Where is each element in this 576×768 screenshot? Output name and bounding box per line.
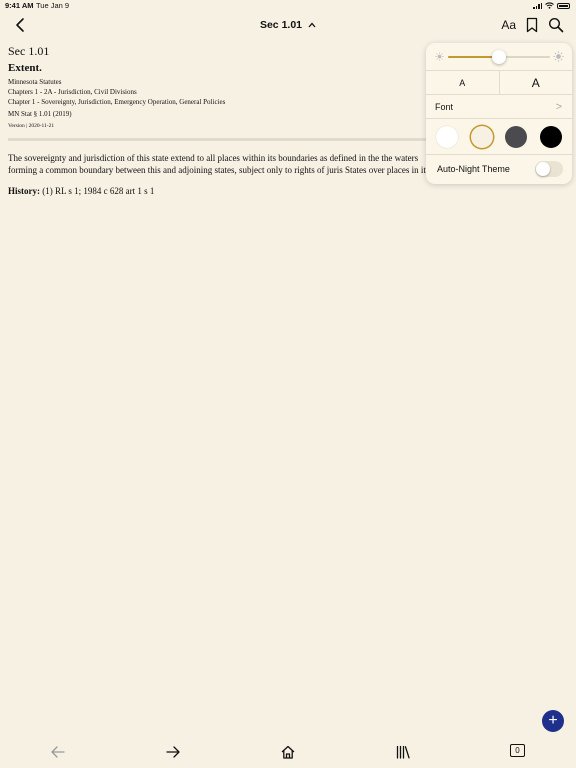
auto-night-row: Auto-Night Theme (426, 155, 572, 183)
chevron-up-icon (308, 22, 316, 28)
history-text: (1) RL s 1; 1984 c 628 art 1 s 1 (40, 186, 155, 196)
font-label: Font (435, 102, 454, 112)
nav-bar: Sec 1.01 Aa (0, 12, 576, 40)
decrease-text-size-button[interactable]: A (426, 71, 500, 94)
brightness-high-icon (553, 51, 564, 62)
meta-line: Chapters 1 - 2A - Jurisdiction, Civil Di… (8, 88, 137, 96)
brightness-low-icon (435, 52, 444, 61)
font-row[interactable]: Font > (426, 95, 572, 119)
meta-line: Minnesota Statutes (8, 78, 62, 86)
auto-night-label: Auto-Night Theme (437, 164, 510, 174)
nav-title-text: Sec 1.01 (259, 19, 303, 31)
arrow-left-icon[interactable] (50, 744, 66, 760)
text-settings-button[interactable]: Aa (501, 18, 516, 32)
search-icon[interactable] (548, 17, 564, 33)
battery-icon (557, 2, 570, 9)
cellular-signal-icon (533, 2, 542, 9)
status-bar: 9:41 AM Tue Jan 9 (0, 0, 576, 12)
status-icons (533, 2, 570, 9)
brightness-knob[interactable] (492, 50, 506, 64)
history-label: History: (8, 186, 40, 196)
version-label: Version | 2020-11-21 (8, 123, 55, 129)
bottom-toolbar: 0 (0, 736, 576, 768)
theme-sepia-swatch[interactable] (470, 125, 493, 148)
statute-body: The sovereignty and jurisdiction of this… (8, 153, 429, 175)
text-size-row: A A (426, 71, 572, 95)
status-time: 9:41 AM (5, 1, 34, 10)
statute-document: Sec 1.01 Extent. Minnesota Statutes Chap… (8, 44, 428, 196)
meta-line: MN Stat § 1.01 (2019) (8, 110, 72, 118)
arrow-right-icon[interactable] (165, 744, 181, 760)
section-number: Sec 1.01 (8, 44, 50, 58)
theme-black-swatch[interactable] (539, 125, 562, 148)
theme-gray-swatch[interactable] (505, 125, 528, 148)
section-heading: Extent. (8, 62, 42, 74)
nav-actions: Aa (501, 17, 564, 33)
tabs-button[interactable]: 0 (510, 744, 525, 757)
add-button[interactable]: + (542, 710, 564, 732)
brightness-row (426, 43, 572, 71)
brightness-slider[interactable] (448, 50, 550, 64)
home-icon[interactable] (280, 744, 296, 760)
meta-line: Chapter 1 - Sovereignty, Jurisdiction, E… (8, 98, 226, 106)
status-date: Tue Jan 9 (36, 1, 70, 10)
library-icon[interactable] (395, 744, 411, 760)
bookmark-icon[interactable] (524, 17, 540, 33)
statute-meta: Minnesota Statutes Chapters 1 - 2A - Jur… (8, 77, 428, 131)
divider (8, 138, 428, 141)
toggle-knob (536, 162, 550, 176)
theme-white-swatch[interactable] (436, 125, 459, 148)
section-title-menu[interactable]: Sec 1.01 (0, 19, 576, 31)
increase-text-size-button[interactable]: A (500, 71, 573, 94)
theme-row (426, 119, 572, 155)
reading-settings-popover: A A Font > Auto-Night Theme (426, 43, 572, 184)
chevron-right-icon: > (555, 101, 562, 113)
wifi-icon (545, 2, 554, 9)
history-line: History: (1) RL s 1; 1984 c 628 art 1 s … (8, 186, 428, 196)
auto-night-toggle[interactable] (535, 161, 563, 177)
